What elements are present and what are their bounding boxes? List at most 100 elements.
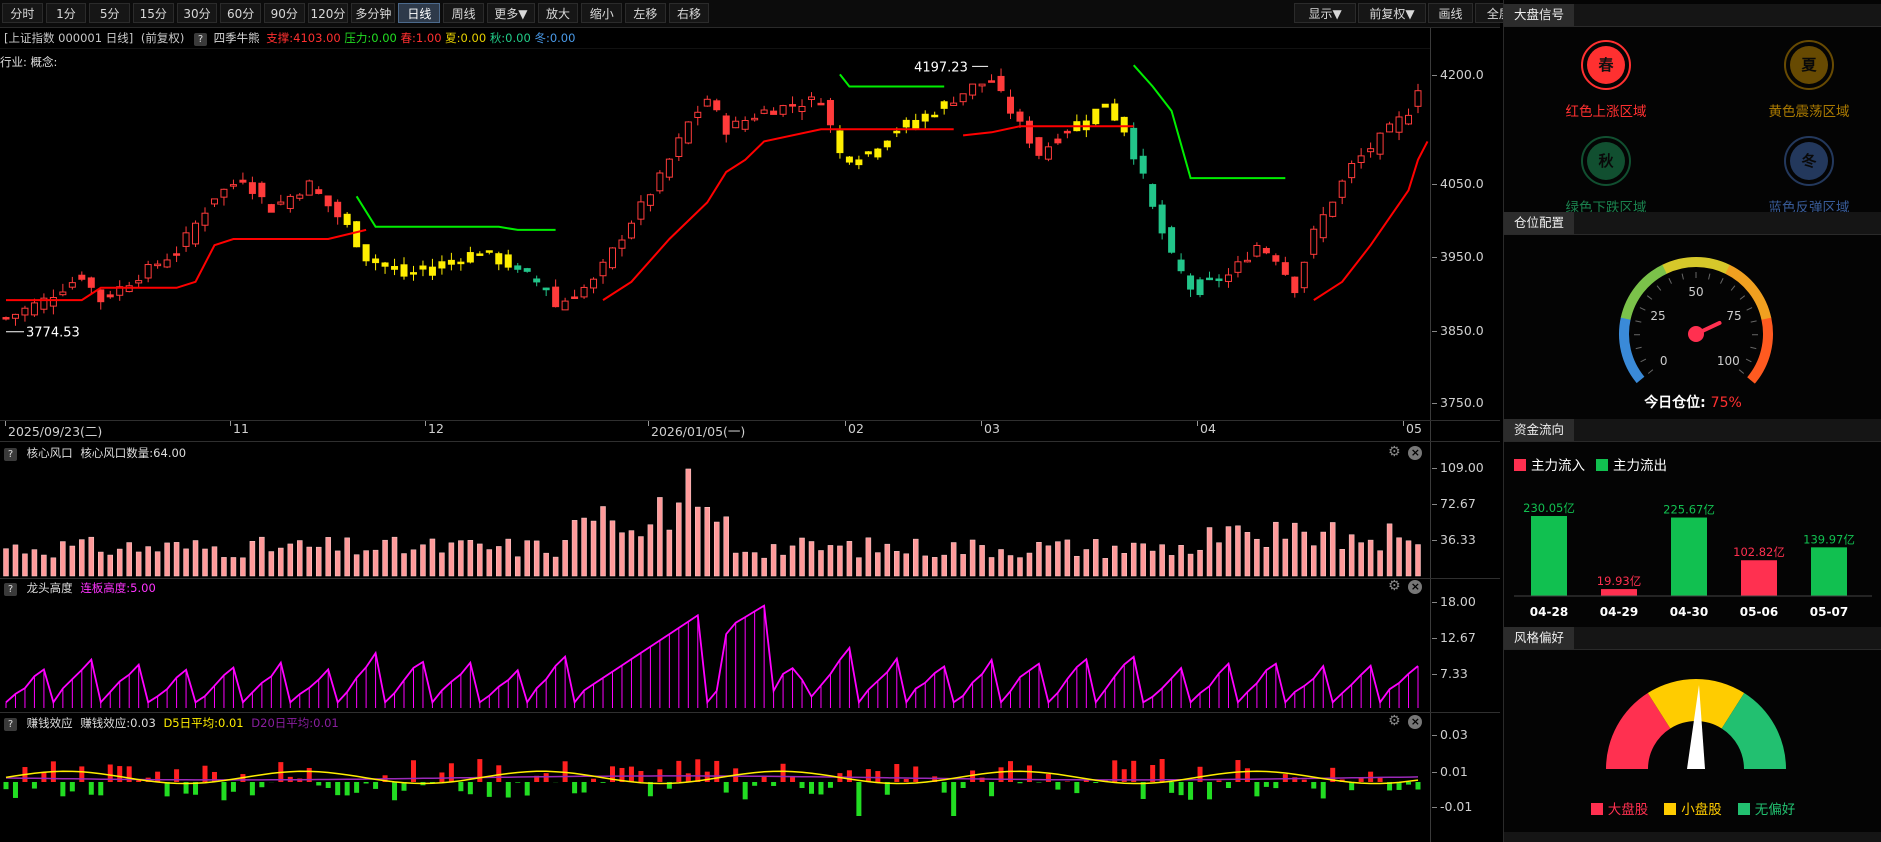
help-icon[interactable]: ? (193, 33, 207, 46)
panel3-header: ? 赚钱效应 赚钱效应:0.03 D5日平均:0.01 D20日平均:0.01 (4, 715, 339, 731)
candle (428, 258, 436, 280)
season-3-icon[interactable]: 冬 (1784, 136, 1834, 186)
core-theme-bar (770, 544, 777, 577)
core-theme-bar (249, 541, 256, 577)
candlestick-chart[interactable]: 4197.23 3774.53 (0, 48, 1430, 421)
candle (1035, 136, 1043, 160)
pressure-value: 压力:0.00 (344, 31, 397, 45)
season-1-icon[interactable]: 夏 (1784, 40, 1834, 90)
period-button-1[interactable]: 1分 (45, 3, 87, 23)
candle (590, 277, 598, 294)
date-tick-mark (230, 421, 231, 426)
core-theme-bar (183, 548, 189, 577)
close-icon[interactable]: × (1408, 580, 1423, 594)
gear-icon[interactable]: ⚙ (1388, 713, 1401, 729)
period-button-7[interactable]: 120分 (307, 3, 349, 23)
y-tick-label: 3950.0 (1440, 249, 1484, 264)
candle (68, 276, 76, 290)
period-button-15[interactable]: 右移 (668, 3, 710, 23)
profit-bar (685, 773, 691, 782)
period-button-14[interactable]: 左移 (625, 3, 666, 23)
core-theme-bar (135, 551, 142, 577)
y-tick-label: 4050.0 (1440, 176, 1484, 191)
period-button-0[interactable]: 分时 (2, 3, 43, 23)
season-2-icon[interactable]: 秋 (1581, 136, 1631, 186)
y-tick-label: 36.33 (1440, 532, 1476, 547)
period-button-13[interactable]: 缩小 (581, 3, 623, 23)
help-icon[interactable]: ? (4, 448, 17, 461)
profit-bar (325, 782, 331, 788)
style-legend-swatch (1737, 803, 1750, 815)
candle (1215, 274, 1223, 288)
candle (1348, 160, 1356, 184)
period-button-6[interactable]: 90分 (263, 3, 305, 23)
period-button-4[interactable]: 30分 (176, 3, 218, 23)
core-theme-bar (922, 555, 928, 577)
candle (40, 293, 48, 314)
core-theme-bar (1036, 542, 1042, 577)
y-tick-mark (1432, 257, 1437, 258)
toolbar-right-button-1[interactable]: 前复权▼ (1358, 3, 1426, 23)
profit-bar (809, 782, 815, 794)
core-theme-bar (1415, 544, 1421, 577)
profit-bar (1169, 782, 1175, 793)
fund-flow-bar (1811, 547, 1847, 596)
gear-icon[interactable]: ⚙ (1388, 444, 1401, 460)
period-button-11[interactable]: 更多▼ (486, 3, 535, 23)
fund-flow-date-label: 05-06 (1740, 605, 1778, 619)
period-button-10[interactable]: 周线 (443, 3, 484, 23)
y-tick-mark (1432, 75, 1437, 76)
core-theme-bar (448, 542, 455, 577)
core-theme-bar (1244, 532, 1251, 577)
period-button-5[interactable]: 60分 (220, 3, 261, 23)
close-icon[interactable]: × (1408, 715, 1423, 729)
date-tick-mark (845, 421, 846, 426)
core-theme-bar (1405, 540, 1412, 577)
winter-value: 冬:0.00 (534, 31, 576, 45)
period-button-8[interactable]: 多分钟 (351, 3, 396, 23)
core-theme-bar (1235, 525, 1241, 577)
candle (97, 289, 105, 310)
help-icon[interactable]: ? (4, 583, 17, 596)
profit-bar (1415, 782, 1421, 790)
candle (201, 207, 209, 232)
toolbar-right-button-0[interactable]: 显示▼ (1294, 3, 1357, 23)
profit-bar (249, 782, 255, 796)
period-button-3[interactable]: 15分 (132, 3, 174, 23)
period-button-2[interactable]: 5分 (89, 3, 130, 23)
candle (959, 93, 967, 106)
profit-bar (1074, 782, 1080, 794)
panel2-title: 龙头高度 (26, 581, 73, 595)
candle (1177, 253, 1185, 274)
gauge-arc-segment (1662, 257, 1731, 275)
profit-bar (486, 782, 492, 797)
y-tick-mark (1432, 674, 1437, 675)
close-icon[interactable]: × (1408, 446, 1423, 460)
candle (1158, 200, 1166, 240)
candle (561, 297, 569, 311)
core-theme-bar (60, 541, 66, 577)
core-theme-bar (41, 554, 47, 577)
period-button-9[interactable]: 日线 (398, 3, 441, 23)
candle (229, 179, 237, 190)
core-theme-bar (126, 542, 132, 577)
y-tick-label: 3750.0 (1440, 395, 1484, 410)
gauge-arc-segment (1619, 316, 1645, 384)
candle (978, 83, 986, 93)
season-0-icon[interactable]: 春 (1581, 40, 1631, 90)
gauge-tick (1635, 346, 1642, 350)
candle (684, 121, 692, 145)
gauge-tick-label: 50 (1688, 285, 1703, 299)
core-theme-bar (912, 538, 919, 577)
gear-icon[interactable]: ⚙ (1388, 578, 1401, 594)
core-theme-bar (1187, 553, 1194, 577)
style-gauge (1606, 679, 1786, 769)
core-theme-bar (1292, 522, 1298, 577)
fund-flow-header: 资金流向 (1504, 419, 1881, 442)
candle (2, 316, 10, 321)
fund-flow-bar (1531, 516, 1567, 596)
period-button-12[interactable]: 放大 (537, 3, 579, 23)
spring-value: 春:1.00 (400, 31, 442, 45)
core-theme-bar (1026, 552, 1033, 577)
help-icon[interactable]: ? (4, 718, 17, 731)
